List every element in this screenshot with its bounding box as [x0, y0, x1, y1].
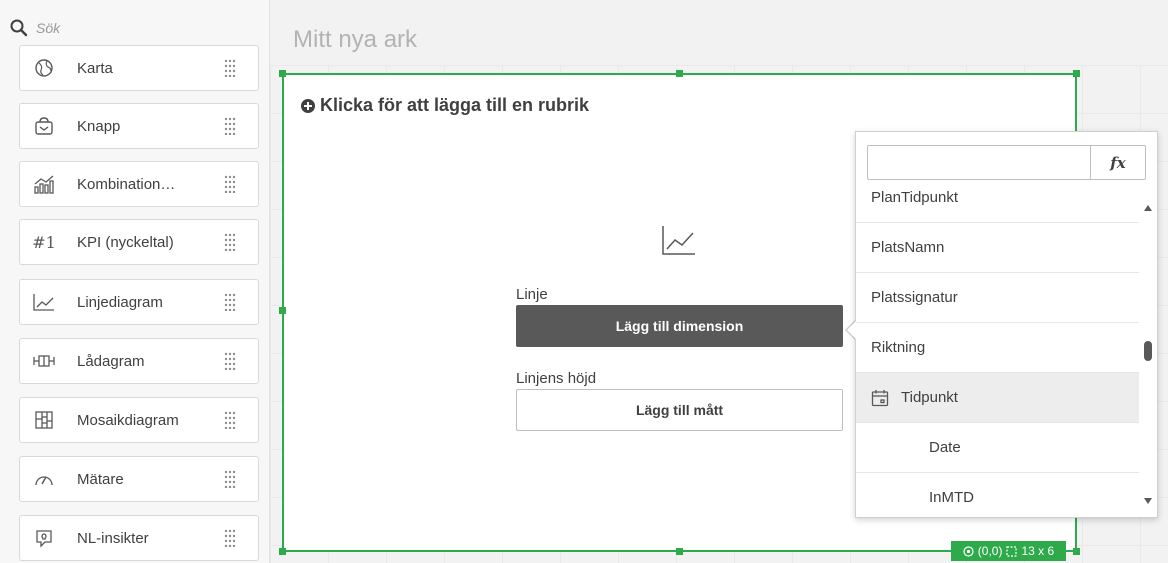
field-item[interactable]: Platssignatur [856, 273, 1139, 323]
size-text: 13 x 6 [1021, 544, 1055, 558]
position-text: (0,0) [977, 544, 1003, 558]
resize-handle[interactable] [676, 548, 683, 555]
scrollbar-thumb[interactable] [1144, 341, 1152, 361]
chart-item-nl-insights[interactable]: NL-insikter [19, 515, 259, 561]
add-measure-button[interactable]: Lägg till mått [516, 389, 843, 431]
chart-item-label: Knapp [77, 117, 121, 135]
add-dimension-button[interactable]: Lägg till dimension [516, 305, 843, 347]
drag-handle-icon[interactable] [220, 233, 240, 251]
chart-item-label: KPI (nyckeltal) [77, 233, 174, 251]
line-chart-placeholder-icon [662, 226, 695, 255]
field-item-date[interactable]: Tidpunkt [856, 373, 1139, 423]
drag-handle-icon[interactable] [220, 59, 240, 77]
chart-item-label: Lådagram [77, 352, 145, 370]
line-chart-icon [31, 293, 57, 311]
chart-item-kpi[interactable]: #1 KPI (nyckeltal) [19, 219, 259, 265]
chart-item-gauge[interactable]: Mätare [19, 456, 259, 502]
chart-item-button[interactable]: Knapp [19, 103, 259, 149]
field-item[interactable]: PlanTidpunkt [856, 190, 1139, 223]
chart-item-box-plot[interactable]: Lådagram [19, 338, 259, 384]
object-title-prompt[interactable]: Klicka för att lägga till en rubrik [300, 95, 589, 116]
resize-handle[interactable] [1073, 548, 1080, 555]
map-icon [31, 58, 57, 78]
drag-handle-icon[interactable] [220, 175, 240, 193]
calendar-icon [871, 389, 889, 406]
chart-item-label: NL-insikter [77, 529, 149, 547]
drag-handle-icon[interactable] [220, 352, 240, 370]
measure-label: Linjens höjd [516, 370, 597, 387]
field-search-input[interactable]: fx [867, 145, 1146, 180]
add-circle-icon [301, 98, 315, 113]
chart-item-label: Kombination… [77, 175, 176, 193]
search-bar[interactable]: Sök [10, 8, 265, 48]
drag-handle-icon[interactable] [220, 529, 240, 547]
position-icon [963, 545, 974, 557]
popover-arrow-fill [847, 321, 856, 339]
chart-item-line-chart[interactable]: Linjediagram [19, 279, 259, 325]
field-item[interactable]: Riktning [856, 323, 1139, 373]
field-sub-item[interactable]: InMTD [856, 473, 1139, 515]
field-item[interactable]: PlatsNamn [856, 223, 1139, 273]
drag-handle-icon[interactable] [220, 470, 240, 488]
resize-handle[interactable] [279, 70, 286, 77]
drag-handle-icon[interactable] [220, 117, 240, 135]
chart-item-combo[interactable]: Kombination… [19, 161, 259, 207]
field-list[interactable]: PlanTidpunkt PlatsNamn Platssignatur Rik… [856, 190, 1139, 515]
field-sub-item[interactable]: Date [856, 423, 1139, 473]
chart-item-label: Karta [77, 59, 113, 77]
sheet-title[interactable]: Mitt nya ark [293, 26, 417, 54]
box-plot-icon [31, 353, 57, 369]
kpi-icon: #1 [32, 232, 56, 252]
dimension-label: Linje [516, 286, 548, 303]
position-size-badge: (0,0) 13 x 6 [951, 541, 1066, 561]
assets-panel: Sök Karta Knapp Kombination… #1 KPI (nyc… [0, 0, 270, 563]
field-list-scrollbar[interactable] [1143, 192, 1153, 512]
insights-icon [31, 528, 57, 548]
search-placeholder: Sök [36, 20, 61, 36]
chart-item-mekko[interactable]: Mosaikdiagram [19, 397, 259, 443]
chart-item-map[interactable]: Karta [19, 45, 259, 91]
field-picker-popover: fx PlanTidpunkt PlatsNamn Platssignatur … [855, 131, 1158, 518]
resize-handle[interactable] [1073, 70, 1080, 77]
mekko-chart-icon [31, 410, 57, 430]
scroll-down-icon[interactable] [1143, 497, 1153, 505]
chart-item-label: Mosaikdiagram [77, 411, 179, 429]
resize-handle[interactable] [279, 307, 286, 314]
search-icon [10, 19, 28, 37]
chart-item-label: Mätare [77, 470, 124, 488]
combo-chart-icon [31, 174, 57, 194]
drag-handle-icon[interactable] [220, 411, 240, 429]
size-icon [1006, 545, 1018, 557]
object-title-label: Klicka för att lägga till en rubrik [320, 95, 590, 115]
button-icon [31, 116, 57, 136]
gauge-icon [31, 471, 57, 487]
resize-handle[interactable] [676, 70, 683, 77]
chart-item-label: Linjediagram [77, 293, 163, 311]
scroll-up-icon[interactable] [1143, 204, 1153, 212]
expression-editor-button[interactable]: fx [1090, 146, 1145, 179]
drag-handle-icon[interactable] [220, 293, 240, 311]
resize-handle[interactable] [279, 548, 286, 555]
